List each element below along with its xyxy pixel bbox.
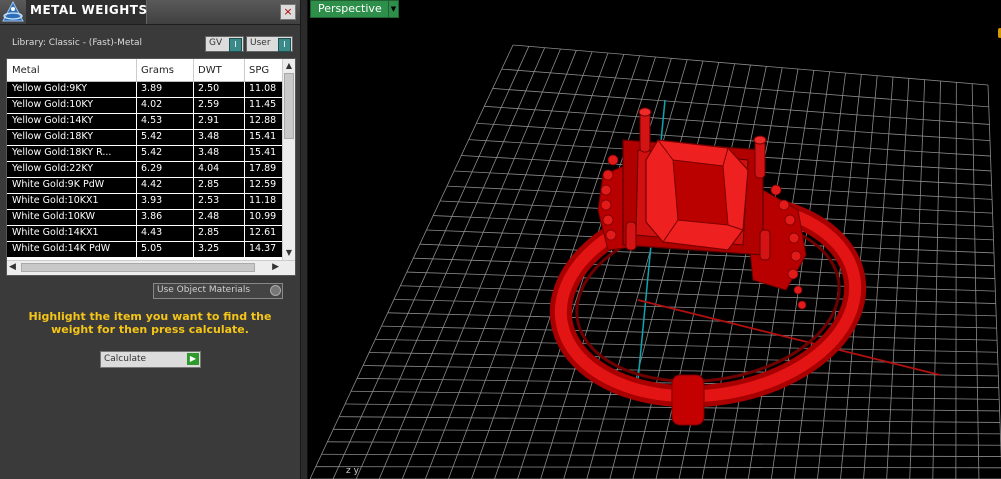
view-selector[interactable]: Perspective	[310, 0, 390, 18]
cell-spg: 12.59	[249, 179, 277, 190]
cell-grams: 5.05	[141, 243, 163, 254]
toggle-knob-icon: I	[278, 38, 291, 52]
metal-table: Metal Grams DWT SPG Yellow Gold:9KY 3.89 2…	[6, 58, 296, 276]
app-logo-icon	[2, 1, 24, 22]
user-toggle[interactable]: User I	[246, 36, 293, 52]
cell-metal: White Gold:14K PdW	[12, 243, 111, 254]
toggle-knob-icon: I	[229, 38, 242, 52]
metal-weights-panel: METAL WEIGHTS × Library: Classic - (Fast…	[0, 0, 301, 479]
cell-dwt: 2.48	[198, 211, 220, 222]
cell-spg: 17.89	[249, 163, 277, 174]
column-header-metal[interactable]: Metal	[12, 65, 40, 76]
cell-spg: 11.18	[249, 195, 277, 206]
cell-metal: White Gold:10KW	[12, 211, 96, 222]
viewport-scene	[309, 44, 1001, 479]
table-row[interactable]: White Gold:14K PdW 5.05 3.25 14.37	[7, 242, 283, 258]
panel-titlebar: METAL WEIGHTS ×	[0, 0, 300, 25]
use-object-materials-toggle[interactable]: Use Object Materials	[153, 283, 283, 299]
cell-metal: White Gold:9K PdW	[12, 179, 105, 190]
cell-grams: 6.29	[141, 163, 163, 174]
calculate-button[interactable]: Calculate ▶	[100, 351, 201, 368]
cell-metal: Yellow Gold:14KY	[12, 115, 94, 126]
scroll-right-icon[interactable]: ▶	[272, 262, 279, 272]
scrollbar-thumb[interactable]	[21, 263, 255, 272]
scroll-down-icon[interactable]: ▼	[284, 248, 294, 258]
cell-spg: 11.08	[249, 83, 277, 94]
cell-dwt: 3.48	[198, 131, 220, 142]
cell-dwt: 2.50	[198, 83, 220, 94]
cell-grams: 5.42	[141, 131, 163, 142]
cell-dwt: 3.25	[198, 243, 220, 254]
table-row[interactable]: Yellow Gold:10KY 4.02 2.59 11.45	[7, 98, 283, 114]
cell-spg: 15.41	[249, 147, 277, 158]
use-object-materials-label: Use Object Materials	[157, 285, 251, 295]
chevron-down-icon[interactable]: ▼	[388, 0, 399, 18]
cell-dwt: 2.59	[198, 99, 220, 110]
cell-spg: 14.37	[249, 243, 277, 254]
cell-grams: 4.43	[141, 227, 163, 238]
table-row[interactable]: Yellow Gold:22KY 6.29 4.04 17.89	[7, 162, 283, 178]
table-row[interactable]: Yellow Gold:18KY 5.42 3.48 15.41	[7, 130, 283, 146]
cell-dwt: 2.85	[198, 179, 220, 190]
cell-grams: 5.42	[141, 147, 163, 158]
cell-metal: White Gold:14KX1	[12, 227, 99, 238]
column-header-spg[interactable]: SPG	[249, 65, 269, 76]
cell-metal: Yellow Gold:10KY	[12, 99, 94, 110]
user-toggle-label: User	[250, 38, 271, 48]
cell-spg: 12.88	[249, 115, 277, 126]
column-header-grams[interactable]: Grams	[141, 65, 174, 76]
axis-indicator: z y	[346, 466, 359, 476]
scroll-left-icon[interactable]: ◀	[9, 262, 16, 272]
instructions-text: Highlight the item you want to find the …	[28, 310, 272, 336]
library-label: Library: Classic - (Fast)-Metal	[12, 38, 143, 48]
vertical-scrollbar[interactable]: ▲ ▼	[282, 59, 295, 260]
perspective-viewport[interactable]: Perspective ▼ z y	[307, 0, 1001, 479]
horizontal-scrollbar[interactable]: ◀ ▶	[7, 260, 295, 275]
table-row[interactable]: Yellow Gold:18KY R... 5.42 3.48 15.41	[7, 146, 283, 162]
cell-spg: 15.41	[249, 131, 277, 142]
gv-toggle[interactable]: GV I	[205, 36, 244, 52]
cell-dwt: 2.53	[198, 195, 220, 206]
ring-model	[549, 107, 867, 426]
scroll-up-icon[interactable]: ▲	[284, 61, 294, 71]
radio-knob-icon	[270, 285, 281, 296]
table-row[interactable]: White Gold:9K PdW 4.42 2.85 12.59	[7, 178, 283, 194]
table-header: Metal Grams DWT SPG	[7, 59, 283, 82]
cell-metal: Yellow Gold:18KY R...	[12, 147, 112, 158]
table-row[interactable]: White Gold:10KW 3.86 2.48 10.99	[7, 210, 283, 226]
cell-grams: 3.93	[141, 195, 163, 206]
cell-dwt: 2.91	[198, 115, 220, 126]
cell-metal: Yellow Gold:18KY	[12, 131, 94, 142]
cell-dwt: 4.04	[198, 163, 220, 174]
play-arrow-icon: ▶	[187, 353, 199, 365]
gv-toggle-label: GV	[209, 38, 223, 48]
cell-spg: 12.61	[249, 227, 277, 238]
table-rows: Yellow Gold:9KY 3.89 2.50 11.08 Yellow Gold:…	[7, 82, 283, 260]
table-row[interactable]: White Gold:10KX1 3.93 2.53 11.18	[7, 194, 283, 210]
cell-metal: White Gold:10KX1	[12, 195, 99, 206]
ground-grid	[309, 44, 1001, 479]
close-icon: ×	[283, 5, 293, 18]
cell-grams: 4.42	[141, 179, 163, 190]
cell-metal: Yellow Gold:22KY	[12, 163, 94, 174]
scrollbar-thumb[interactable]	[284, 73, 294, 139]
cell-grams: 3.86	[141, 211, 163, 222]
cell-spg: 10.99	[249, 211, 277, 222]
table-row[interactable]: White Gold:14KX1 4.43 2.85 12.61	[7, 226, 283, 242]
view-name: Perspective	[318, 2, 382, 15]
cell-dwt: 3.48	[198, 147, 220, 158]
cell-dwt: 2.85	[198, 227, 220, 238]
cell-spg: 11.45	[249, 99, 277, 110]
table-row[interactable]: Yellow Gold:9KY 3.89 2.50 11.08	[7, 82, 283, 98]
cell-metal: Yellow Gold:9KY	[12, 83, 88, 94]
cell-grams: 4.53	[141, 115, 163, 126]
table-row[interactable]: Yellow Gold:14KY 4.53 2.91 12.88	[7, 114, 283, 130]
cell-grams: 4.02	[141, 99, 163, 110]
close-button[interactable]: ×	[280, 4, 296, 20]
cell-grams: 3.89	[141, 83, 163, 94]
column-header-dwt[interactable]: DWT	[198, 65, 222, 76]
panel-title: METAL WEIGHTS	[30, 3, 148, 17]
calculate-label: Calculate	[104, 354, 147, 364]
